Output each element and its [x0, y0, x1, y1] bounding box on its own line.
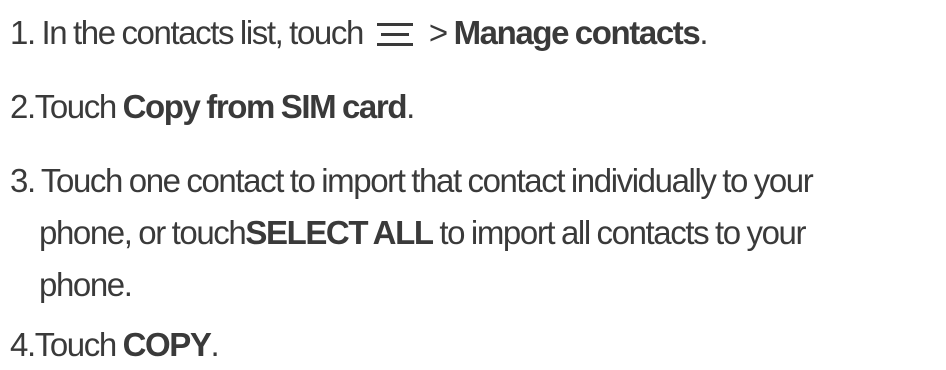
step-2-end: .: [406, 88, 415, 125]
step-1: 1. In the contacts list, touch > Manage c…: [10, 8, 708, 58]
copy-label: COPY: [122, 326, 212, 363]
step-4-number: 4.: [10, 326, 36, 363]
step-4: 4.Touch COPY.: [10, 320, 220, 370]
step-2-number: 2.: [10, 88, 36, 125]
step-1-number: 1.: [10, 14, 36, 51]
step-1-end: .: [699, 14, 708, 51]
step-3-line-1: 3. Touch one contact to import that cont…: [10, 156, 814, 206]
step-3-number: 3.: [10, 162, 36, 199]
step-3-line-3-text: phone.: [39, 266, 133, 303]
select-all-label: SELECT ALL: [245, 214, 434, 251]
step-3-line-2-prefix: phone, or touch: [39, 214, 247, 251]
step-2: 2.Touch Copy from SIM card.: [10, 82, 415, 132]
step-3-line-2-suffix: to import all contacts to your: [439, 214, 806, 251]
step-3-line-1-text: Touch one contact to import that contact…: [40, 162, 814, 199]
step-3-line-2: phone, or touchSELECT ALL to import all …: [10, 208, 806, 258]
step-4-end: .: [210, 326, 220, 363]
copy-from-sim-label: Copy from SIM card: [122, 88, 408, 125]
manage-contacts-label: Manage contacts: [453, 14, 701, 51]
step-1-separator: >: [428, 14, 448, 51]
step-4-text: Touch: [34, 326, 117, 363]
step-2-text: Touch: [34, 88, 117, 125]
menu-icon: [376, 23, 413, 47]
step-1-text: In the contacts list, touch: [41, 14, 365, 51]
step-3-line-3: phone.: [10, 260, 133, 310]
